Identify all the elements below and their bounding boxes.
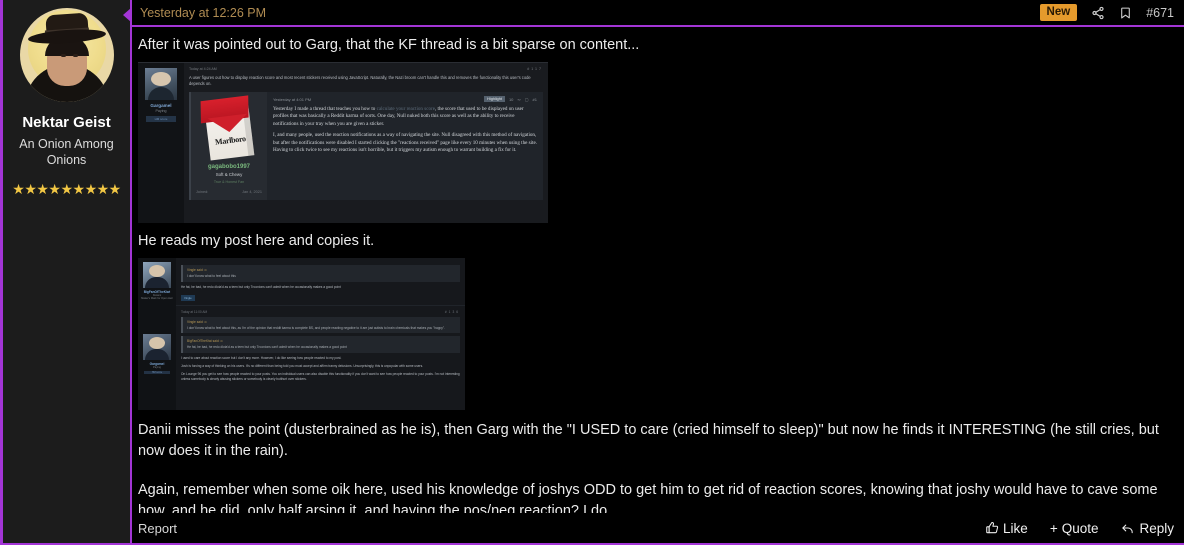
embedded-2-author-column: BigFanOfTheKiwi Kiwami Maker's Mark for … — [138, 258, 176, 410]
avatar-eye-right — [72, 54, 78, 57]
quote-button[interactable]: + Quote — [1050, 521, 1099, 536]
post-footer: Report Like + Quote Reply — [132, 513, 1184, 543]
embedded-2-post-a-reaction: Vingle — [181, 294, 195, 301]
reply-label: Reply — [1139, 520, 1174, 536]
embedded-1-quoted-post: Marlboro gagabobo1997 Soft & Chewy True … — [189, 92, 543, 200]
embedded-1-quote-text: Yesterday I made a thread that teaches y… — [273, 106, 537, 128]
like-label: Like — [1003, 520, 1028, 536]
embedded-1-date: Today at 4:24 AM — [189, 67, 217, 71]
post-header-actions: New #671 — [1039, 4, 1174, 21]
embedded-1-quote-text-part3: I, and many people, used the reaction no… — [273, 132, 537, 154]
embedded-2-post-b-date: Today at 11:00 AM — [181, 309, 208, 314]
embedded-2-post-a-quote-text: I don't know what to feel about this — [187, 274, 236, 278]
post-main-column: Yesterday at 12:26 PM New #671 After it … — [123, 0, 1184, 543]
avatar[interactable] — [19, 8, 114, 102]
post-user-sidebar: Nektar Geist An Onion Among Onions ★★★★★… — [3, 0, 130, 543]
user-title-line-2: Onions — [46, 153, 87, 167]
post-body: After it was pointed out to Garg, that t… — [132, 27, 1184, 513]
post-paragraph-2: He reads my post here and copies it. — [138, 233, 375, 249]
embedded-2-content: Vingle said: ⊙ I don't know what to feel… — [176, 258, 465, 410]
embedded-1-quote-post-number: #1 — [532, 96, 537, 102]
embedded-1-author-sub: Paying — [155, 109, 167, 113]
username[interactable]: Nektar Geist — [22, 114, 110, 132]
embedded-1-quote-actions: Highlight 10 ∾ ▢ #1 — [484, 96, 537, 102]
embedded-1-quote-link: calculate your reaction score — [376, 106, 435, 112]
embedded-1-reaction-count: 10 — [508, 96, 514, 102]
embedded-1-quote-author-column: Marlboro gagabobo1997 Soft & Chewy True … — [191, 92, 267, 200]
reply-arrow-icon — [1120, 521, 1135, 535]
embedded-2-author-a-cell: BigFanOfTheKiwi Kiwami Maker's Mark for … — [138, 258, 176, 304]
embedded-2-post-a-quote: Vingle said: ⊙ I don't know what to feel… — [181, 265, 460, 282]
embedded-1-quote-text-part1: Yesterday I made a thread that teaches y… — [273, 106, 377, 112]
embedded-1-text: A user figures out how to display reacti… — [189, 75, 531, 86]
embedded-1-quote-meta: Yesterday at 4:01 PM Highlight 10 ∾ ▢ #1 — [273, 96, 537, 102]
embedded-2-author-a-sub2: Maker's Mark for Open Heir — [141, 297, 173, 300]
post-number[interactable]: #671 — [1146, 6, 1174, 20]
user-title-line-1: An Onion Among — [19, 137, 114, 151]
share-icon[interactable] — [1091, 6, 1105, 20]
embedded-2-post-b-line-2: Josh is forcing a way of thinking on his… — [181, 363, 424, 368]
thumbs-up-icon — [985, 521, 999, 535]
report-button[interactable]: Report — [138, 521, 177, 536]
bookmark-icon[interactable] — [1119, 6, 1132, 20]
post-paragraph-4: Again, remember when some oik here, used… — [138, 482, 1158, 513]
forum-post: Nektar Geist An Onion Among Onions ★★★★★… — [0, 0, 1184, 545]
avatar-eye-left — [60, 54, 66, 57]
embedded-2-post-b-line-1: I used to care about reaction score but … — [181, 355, 342, 360]
embedded-1-avatar — [145, 68, 177, 100]
embedded-2-author-b-sub: Paying — [153, 366, 161, 369]
embedded-1-joined-label: Joined: — [196, 190, 209, 194]
embedded-1-highlight-badge: Highlight — [484, 96, 505, 102]
embedded-1-share-icon: ∾ — [517, 96, 521, 102]
embedded-screenshot-1[interactable]: Gargamel Paying HM score Today at 4:24 A… — [138, 62, 548, 223]
embedded-1-author-column: Gargamel Paying HM score — [138, 63, 184, 223]
embedded-2-post-b-quote-1: Vingle said: ⊙ I don't know what to feel… — [181, 316, 460, 334]
embedded-1-author-chip: HM score — [146, 116, 176, 122]
embedded-2-post-b-quote-2: BigFanOfTheKiwi said: ⊙ He fat, he bad, … — [181, 336, 460, 353]
embedded-1-joined-date: Jan 4, 2021 — [242, 190, 262, 194]
embedded-2-post-a: Vingle said: ⊙ I don't know what to feel… — [176, 258, 465, 306]
embedded-2-post-b-quote-1-header: Vingle said: ⊙ — [187, 319, 207, 324]
post-paragraph-3: Danii misses the point (dusterbrained as… — [138, 422, 1159, 459]
post-date[interactable]: Yesterday at 12:26 PM — [140, 6, 266, 20]
embedded-1-author: Gargamel — [150, 103, 172, 108]
embedded-1-quote-content: Yesterday at 4:01 PM Highlight 10 ∾ ▢ #1 — [267, 92, 543, 200]
embedded-1-quote-joined: Joined: Jan 4, 2021 — [193, 190, 265, 194]
plus-icon: + — [1049, 520, 1058, 536]
embedded-2-avatar-a — [143, 262, 171, 288]
post-pointer-arrow — [123, 8, 131, 22]
embedded-2-post-b-quote-2-header: BigFanOfTheKiwi said: ⊙ — [187, 339, 223, 344]
embedded-1-quote-author-title: Soft & Chewy — [215, 172, 243, 177]
post-paragraph-1: After it was pointed out to Garg, that t… — [138, 37, 640, 53]
embedded-2-post-b-number: #136 — [444, 309, 460, 314]
new-badge: New — [1039, 4, 1078, 21]
like-button[interactable]: Like — [985, 521, 1028, 536]
post-header: Yesterday at 12:26 PM New #671 — [132, 0, 1184, 27]
embedded-1-quote-author-extra: True & Honest Fan — [213, 180, 245, 184]
embedded-2-post-b-quote-1-text: I don't know what to feel about this, as… — [187, 325, 445, 330]
embedded-1-post-number: #117 — [527, 67, 543, 71]
embedded-1-content: Today at 4:24 AM #117 A user figures out… — [184, 63, 548, 223]
embedded-screenshot-2[interactable]: BigFanOfTheKiwi Kiwami Maker's Mark for … — [138, 258, 465, 410]
embedded-2-author-b-cell: Gargamel Paying HM score — [138, 330, 176, 378]
embedded-2-post-b: Today at 11:00 AM #136 Vingle said: ⊙ I … — [176, 306, 465, 389]
embedded-2-post-a-body: He fat, he bad, he redo dlota'd as a tee… — [181, 284, 341, 289]
marlboro-pack-icon: Marlboro — [199, 95, 258, 163]
embedded-1-bookmark-icon: ▢ — [524, 96, 529, 102]
reply-button[interactable]: Reply — [1120, 521, 1174, 536]
embedded-2-post-b-quote-2-text: He fat, he bad, he redo dlota'd as a tee… — [187, 345, 347, 350]
user-rank-stars: ★★★★★★★★★ — [12, 181, 121, 197]
post-footer-actions: Like + Quote Reply — [985, 521, 1174, 536]
embedded-2-post-b-meta: Today at 11:00 AM #136 — [181, 310, 460, 314]
quote-label: Quote — [1061, 520, 1099, 536]
embedded-2-author-b-chip: HM score — [144, 371, 170, 374]
embedded-2-avatar-b — [143, 334, 171, 360]
embedded-2-post-a-quote-header: Vingle said: ⊙ — [187, 268, 207, 272]
embedded-1-quote-date: Yesterday at 4:01 PM — [273, 96, 312, 102]
embedded-2-post-b-line-3: On Lounge 96 you get to see how people r… — [181, 371, 460, 381]
embedded-1-meta: Today at 4:24 AM #117 — [189, 67, 543, 71]
embedded-1-quote-author: gagabobo1997 — [207, 164, 250, 170]
